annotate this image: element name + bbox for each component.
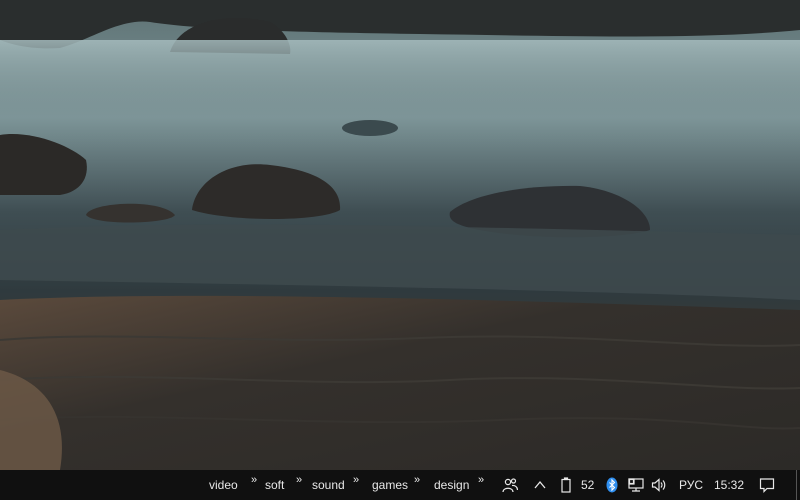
action-center-icon[interactable]	[759, 477, 775, 493]
toolbar-link-soft[interactable]: soft »	[265, 470, 302, 500]
people-icon[interactable]	[502, 477, 518, 493]
network-icon[interactable]	[628, 477, 644, 493]
taskbar: video » soft » sound » games » design »	[0, 470, 800, 500]
language-indicator[interactable]: РУС	[679, 470, 703, 500]
bluetooth-icon[interactable]	[604, 477, 620, 493]
toolbar-link-sound[interactable]: sound »	[312, 470, 359, 500]
chevron-right-double-icon: »	[478, 474, 485, 486]
chevron-right-double-icon: »	[353, 474, 360, 486]
desktop-wallpaper	[0, 0, 800, 470]
toolbar-link-label: video	[209, 478, 238, 492]
volume-icon[interactable]	[651, 477, 667, 493]
battery-percent: 52	[581, 478, 595, 492]
toolbar-link-video[interactable]: video »	[209, 470, 257, 500]
chevron-right-double-icon: »	[296, 474, 303, 486]
toolbar-link-design[interactable]: design »	[434, 470, 484, 500]
wallpaper-image	[0, 0, 800, 470]
chevron-up-icon[interactable]	[532, 477, 548, 493]
toolbar-link-label: games	[372, 478, 409, 492]
toolbar-link-label: sound	[312, 478, 345, 492]
battery-icon[interactable]	[558, 477, 574, 493]
chevron-right-double-icon: »	[251, 474, 258, 486]
toolbar-link-games[interactable]: games »	[372, 470, 420, 500]
clock[interactable]: 15:32	[714, 470, 744, 500]
toolbar-link-label: design	[434, 478, 470, 492]
chevron-right-double-icon: »	[414, 474, 421, 486]
show-desktop-button[interactable]	[796, 470, 800, 500]
toolbar-link-label: soft	[265, 478, 285, 492]
